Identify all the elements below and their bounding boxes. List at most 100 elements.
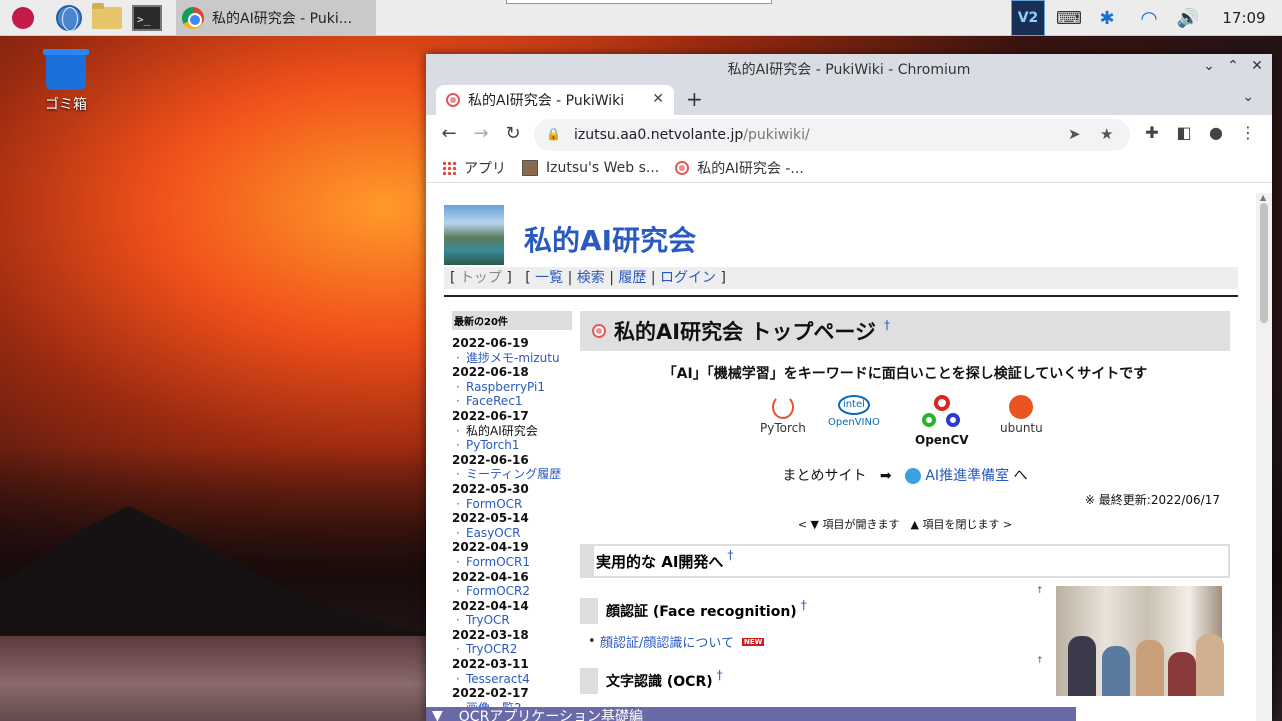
reload-button[interactable]: ↻ — [502, 123, 524, 144]
window-titlebar[interactable]: 私的AI研究会 - PukiWiki - Chromium ⌄ ⌃ ✕ — [426, 54, 1272, 83]
tab-close-icon[interactable]: ✕ — [652, 91, 664, 107]
keyboard-tray-icon[interactable]: ⌨ — [1056, 0, 1082, 36]
anchor-dagger-link[interactable]: † — [717, 668, 723, 682]
ubuntu-logo[interactable]: ubuntu — [1000, 395, 1043, 435]
sidebar-page-link[interactable]: FormOCR2 — [452, 584, 572, 599]
framework-logos: PyTorch intel OpenVINO OpenCV ubuntu — [580, 395, 1230, 455]
nav-list-link[interactable]: 一覧 — [535, 270, 563, 286]
ubuntu-circle-icon — [1009, 395, 1034, 419]
trash-desktop-icon[interactable]: ゴミ箱 — [36, 49, 96, 114]
scrollbar-thumb[interactable] — [1260, 203, 1268, 323]
taskbar-chromium-task[interactable]: 私的AI研究会 - Puki... — [176, 0, 376, 36]
up-arrow-link[interactable]: ↑ — [1036, 586, 1044, 596]
anchor-dagger-link[interactable]: † — [727, 548, 733, 562]
bookmark-izutsu[interactable]: Izutsu's Web s... — [522, 159, 660, 176]
face-recognition-heading: 顔認証 (Face recognition) † — [580, 598, 807, 624]
bluetooth-tray-icon[interactable]: ✱ — [1094, 0, 1120, 36]
sidebar-page-link[interactable]: Tesseract4 — [452, 672, 572, 687]
minimize-button[interactable]: ⌄ — [1198, 58, 1220, 74]
summary-link[interactable]: AI推進準備室 — [925, 468, 1009, 484]
pytorch-logo[interactable]: PyTorch — [760, 395, 806, 435]
maximize-button[interactable]: ⌃ — [1222, 58, 1244, 74]
sidebar-page-link[interactable]: TryOCR2 — [452, 642, 572, 657]
globe-icon — [56, 5, 82, 31]
nav-login-link[interactable]: ログイン — [660, 270, 716, 286]
taskbar-dropdown-edge — [506, 0, 772, 4]
profile-avatar-icon[interactable]: ● — [1206, 123, 1226, 142]
page-viewport: 私的AI研究会 [ トップ ] [ 一覧 | 検索 | 履歴 | ログイン ] … — [426, 193, 1272, 721]
sidebar-page-link[interactable]: RaspberryPi1 — [452, 380, 572, 395]
side-panel-icon[interactable]: ◧ — [1174, 123, 1194, 142]
site-navbar: [ トップ ] [ 一覧 | 検索 | 履歴 | ログイン ] — [444, 267, 1238, 289]
bookmark-ai-lab[interactable]: 私的AI研究会 -... — [675, 158, 804, 178]
sidebar-page-link[interactable]: ミーティング履歴 — [452, 467, 572, 482]
sidebar-page-link[interactable]: EasyOCR — [452, 526, 572, 541]
bookmark-izutsu-label: Izutsu's Web s... — [546, 159, 660, 176]
file-manager-launcher[interactable] — [92, 3, 122, 33]
toggle-hint: < ▼ 項目が開きます ▲ 項目を閉じます > — [797, 518, 1013, 531]
sidebar-date: 2022-06-17 — [452, 408, 529, 423]
sidebar-page-link[interactable]: FaceRec1 — [452, 394, 572, 409]
nav-bracket-open: [ — [525, 270, 531, 286]
expand-triangle-icon: ▼ — [432, 708, 443, 721]
bookmark-apps[interactable]: アプリ — [442, 158, 506, 178]
sidebar-page-link[interactable]: FormOCR1 — [452, 555, 572, 570]
bookmark-star-icon[interactable]: ★ — [1100, 125, 1113, 143]
raspberry-menu-button[interactable] — [8, 3, 38, 33]
bookmark-apps-label: アプリ — [464, 160, 506, 177]
nav-search-link[interactable]: 検索 — [577, 270, 605, 286]
section-heading-practical-ai: 実用的な AI開発へ † — [580, 544, 1230, 578]
sidebar-date: 2022-04-19 — [452, 540, 529, 555]
face-recognition-photo — [1056, 586, 1224, 696]
openvino-logo[interactable]: intel OpenVINO — [828, 395, 880, 428]
tab-pukiwiki[interactable]: 私的AI研究会 - PukiWiki ✕ — [436, 85, 674, 115]
sidebar-page-link[interactable]: PyTorch1 — [452, 438, 572, 453]
ocr-app-basics-toggle[interactable]: ▼ OCRアプリケーション基礎編 — [426, 707, 1076, 721]
terminal-launcher[interactable]: >_ — [132, 3, 162, 33]
nav-top[interactable]: トップ — [460, 270, 502, 286]
volume-tray-icon[interactable]: 🔊 — [1172, 0, 1204, 36]
address-bar[interactable]: 🔒 izutsu.aa0.netvolante.jp/pukiwiki/ ➤ ★ — [534, 119, 1130, 151]
sidebar-page-link[interactable]: 進捗メモ-mizutu — [452, 351, 572, 366]
site-logo-image[interactable] — [444, 205, 504, 265]
sidebar-page-link[interactable]: FormOCR — [452, 497, 572, 512]
web-browser-launcher[interactable] — [54, 3, 84, 33]
clock[interactable]: 17:09 — [1214, 0, 1274, 36]
sidebar-date: 2022-03-18 — [452, 627, 529, 642]
sidebar-page-link[interactable]: 私的AI研究会 — [452, 424, 572, 439]
sidebar-page-link[interactable]: TryOCR — [452, 613, 572, 628]
sidebar-date: 2022-04-16 — [452, 569, 529, 584]
face-recognition-link-item[interactable]: 顔認証/顔認識について NEW — [588, 632, 765, 651]
nav-history-link[interactable]: 履歴 — [618, 270, 646, 286]
last-updated: ※ 最終更新:2022/06/17 — [1084, 493, 1220, 507]
anchor-dagger-link[interactable]: † — [884, 318, 890, 332]
nav-bracket-close: ] — [720, 270, 726, 286]
face-recognition-heading-text: 顔認証 (Face recognition) — [606, 604, 797, 620]
up-arrow-link[interactable]: ↑ — [1036, 656, 1044, 666]
site-title[interactable]: 私的AI研究会 — [524, 219, 696, 259]
new-tab-button[interactable]: + — [686, 87, 703, 111]
scroll-up-arrow-icon[interactable]: ▲ — [1260, 193, 1266, 202]
anchor-dagger-link[interactable]: † — [801, 598, 807, 612]
page-scrollbar[interactable]: ▲ — [1256, 193, 1272, 721]
tab-search-chevron-icon[interactable]: ⌄ — [1242, 89, 1254, 105]
menu-kebab-icon[interactable]: ⋮ — [1238, 123, 1258, 142]
close-window-button[interactable]: ✕ — [1246, 58, 1268, 74]
vnc-tray-icon[interactable]: V2 — [1011, 0, 1045, 36]
sidebar-date: 2022-04-14 — [452, 598, 529, 613]
ocr-heading-text: 文字認識 (OCR) — [606, 674, 713, 690]
header-divider — [444, 295, 1238, 297]
lock-icon: 🔒 — [546, 127, 561, 141]
back-button[interactable]: ← — [438, 123, 460, 144]
wifi-tray-icon[interactable]: ◠ — [1134, 0, 1164, 36]
opencv-logo[interactable]: OpenCV — [915, 395, 969, 447]
send-icon[interactable]: ➤ — [1068, 125, 1081, 143]
ubuntu-label: ubuntu — [1000, 421, 1043, 435]
forward-button[interactable]: → — [470, 123, 492, 144]
face-recognition-link[interactable]: 顔認証/顔認識について — [600, 632, 734, 651]
extensions-puzzle-icon[interactable]: ✚ — [1142, 123, 1162, 142]
nav-bracket-close: ] — [506, 270, 512, 286]
nav-bracket-open: [ — [450, 270, 456, 286]
page-title-text: 私的AI研究会 トップページ — [614, 320, 876, 344]
sidebar-date: 2022-06-18 — [452, 365, 529, 380]
